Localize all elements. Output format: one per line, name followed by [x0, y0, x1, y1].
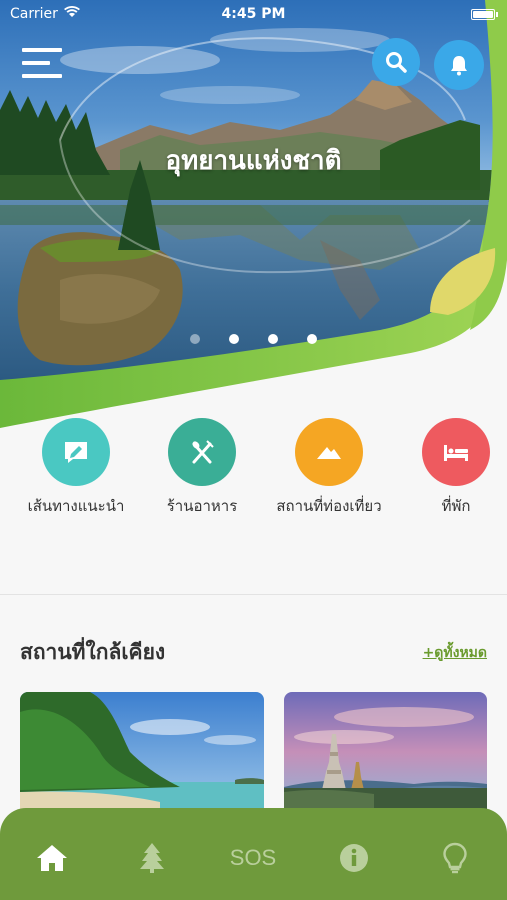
pagoda-photo [284, 692, 487, 812]
tree-icon [140, 843, 164, 873]
nearby-section-title: สถานที่ใกล้เคียง [20, 640, 166, 664]
nearby-place-card[interactable] [284, 692, 487, 812]
hamburger-menu-icon[interactable] [22, 46, 64, 80]
search-icon [386, 52, 407, 73]
clock: 4:45 PM [221, 6, 286, 22]
category-recommended-routes[interactable]: เส้นทางแนะนำ [6, 418, 146, 518]
fork-spoon-icon [168, 418, 236, 486]
bed-icon [422, 418, 490, 486]
mountain-icon [295, 418, 363, 486]
category-accommodation[interactable]: ที่พัก [386, 418, 507, 518]
category-attractions[interactable]: สถานที่ท่องเที่ยว [259, 418, 399, 518]
carousel-dot[interactable] [307, 334, 317, 344]
bottom-tab-bar: SOS [0, 808, 507, 900]
carousel-dot[interactable] [268, 334, 278, 344]
nearby-place-card[interactable] [20, 692, 264, 812]
category-restaurants[interactable]: ร้านอาหาร [132, 418, 272, 518]
hero-banner[interactable]: Carrier 4:45 PM อุทยานแห่งชาติ [0, 0, 507, 440]
battery-tip [496, 12, 498, 17]
carousel-dot[interactable] [229, 334, 239, 344]
home-icon [37, 845, 67, 871]
tab-sos[interactable]: SOS [223, 838, 283, 878]
notification-button[interactable] [434, 40, 484, 90]
tab-info[interactable] [324, 838, 384, 878]
hero-title: อุทยานแห่งชาติ [165, 146, 342, 176]
category-label: สถานที่ท่องเที่ยว [276, 497, 382, 515]
status-bar: Carrier 4:45 PM [0, 0, 507, 28]
search-button[interactable] [372, 38, 420, 86]
info-icon [340, 844, 368, 872]
tab-home[interactable] [22, 838, 82, 878]
hero-landscape-image [0, 0, 507, 428]
category-menu: เส้นทางแนะนำ ร้านอาหาร สถานที่ท่องเที่ยว [0, 418, 507, 594]
tab-tips[interactable] [425, 838, 485, 878]
see-all-link[interactable]: +ดูทั้งหมด [423, 642, 487, 664]
battery-icon [471, 9, 495, 20]
category-label: ร้านอาหาร [166, 497, 238, 515]
lightbulb-icon [443, 842, 467, 874]
carousel-indicator[interactable] [190, 334, 317, 344]
tab-forest[interactable] [122, 838, 182, 878]
bell-icon [451, 56, 467, 76]
section-divider [0, 594, 507, 595]
category-label: ที่พัก [441, 497, 471, 515]
carousel-dot[interactable] [190, 334, 200, 344]
category-label: เส้นทางแนะนำ [27, 497, 125, 515]
route-note-icon [42, 418, 110, 486]
beach-photo [20, 692, 264, 812]
